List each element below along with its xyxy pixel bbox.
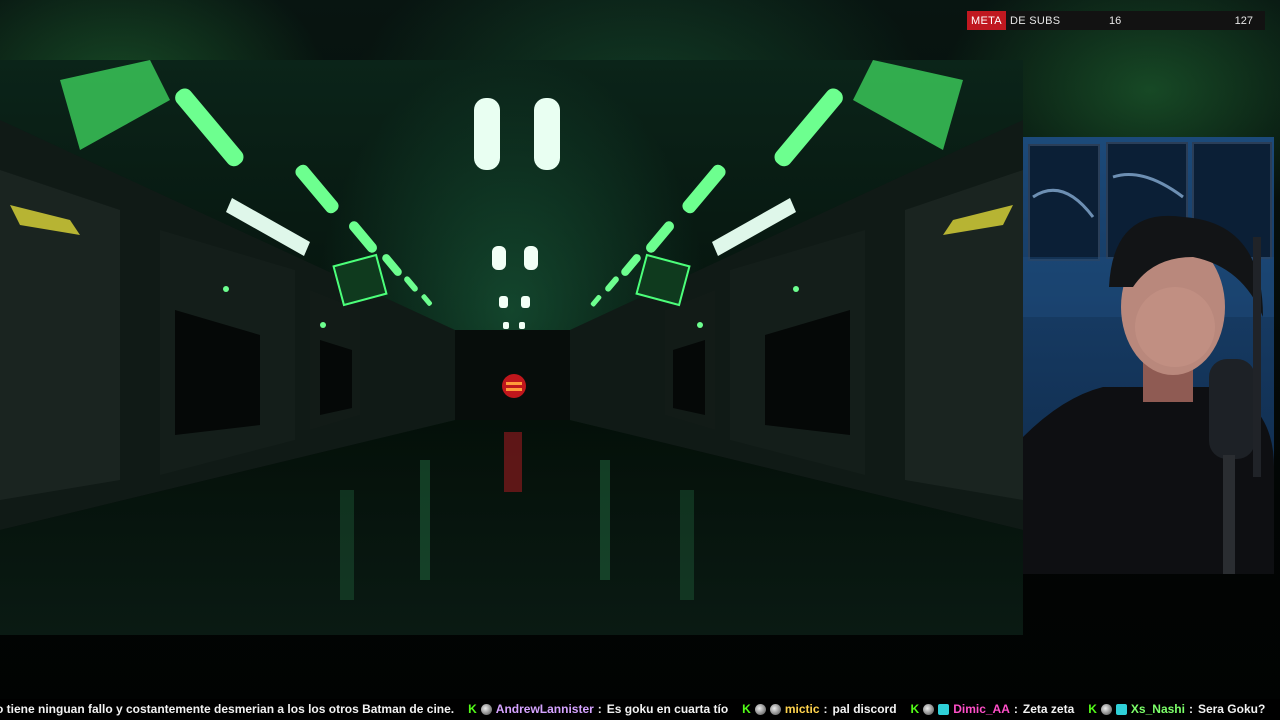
webcam-feed [1023,137,1274,574]
chat-message: o tiene ninguan fallo y costantemente de… [0,699,454,720]
kick-icon: K [1088,702,1097,716]
chat-message-text: o tiene ninguan fallo y costantemente de… [0,702,455,716]
chat-separator: : [597,702,602,716]
avatar-icon [769,704,781,715]
chat-username: Dimic_AA [953,702,1010,716]
subs-goal-highlight: META [967,11,1006,30]
avatar-icon [1100,704,1112,715]
avatar-icon [923,704,935,715]
kick-icon: K [468,702,477,716]
chat-message-text: Es goku en cuarta tío [606,702,729,716]
chat-message-text: Zeta zeta [1022,702,1075,716]
chat-separator: : [1188,702,1193,716]
chat-separator: : [1013,702,1018,716]
chat-ticker-track: o tiene ninguan fallo y costantemente de… [0,699,1279,720]
subs-goal-label: META DE SUBS [967,11,1060,30]
subs-goal-target: 127 [1234,14,1253,27]
streamer-camera-image [1023,142,1274,574]
avatar-icon [480,704,492,715]
kick-icon: K [910,702,920,716]
sub-badge-icon [938,704,950,715]
chat-message-text: pal discord [832,702,897,716]
subs-goal-title: DE SUBS [1009,14,1061,27]
chat-message: K Dimic_AA : Zeta zeta [911,699,1075,720]
sub-badge-icon [1115,704,1127,715]
gameplay-video [0,60,1023,635]
corridor-scene [0,60,1023,635]
chat-username: mictic [784,702,820,716]
chat-username: Xs_Nashi [1130,702,1185,716]
chat-separator: : [823,702,828,716]
chat-ticker: o tiene ninguan fallo y costantemente de… [0,699,1280,720]
chat-username: AndrewLannister [495,702,594,716]
chat-message: K AndrewLannister : Es goku en cuarta tí… [468,699,728,720]
subs-goal-bar: META DE SUBS 16 127 [967,11,1265,30]
subs-current-count: 16 [1109,14,1122,27]
chat-message-text: Sera Goku? [1197,702,1266,716]
chat-message: K Xs_Nashi : Sera Goku? [1088,699,1265,720]
avatar-icon [754,704,766,715]
chat-message: K mictic : pal discord [742,699,896,720]
kick-icon: K [742,702,751,716]
